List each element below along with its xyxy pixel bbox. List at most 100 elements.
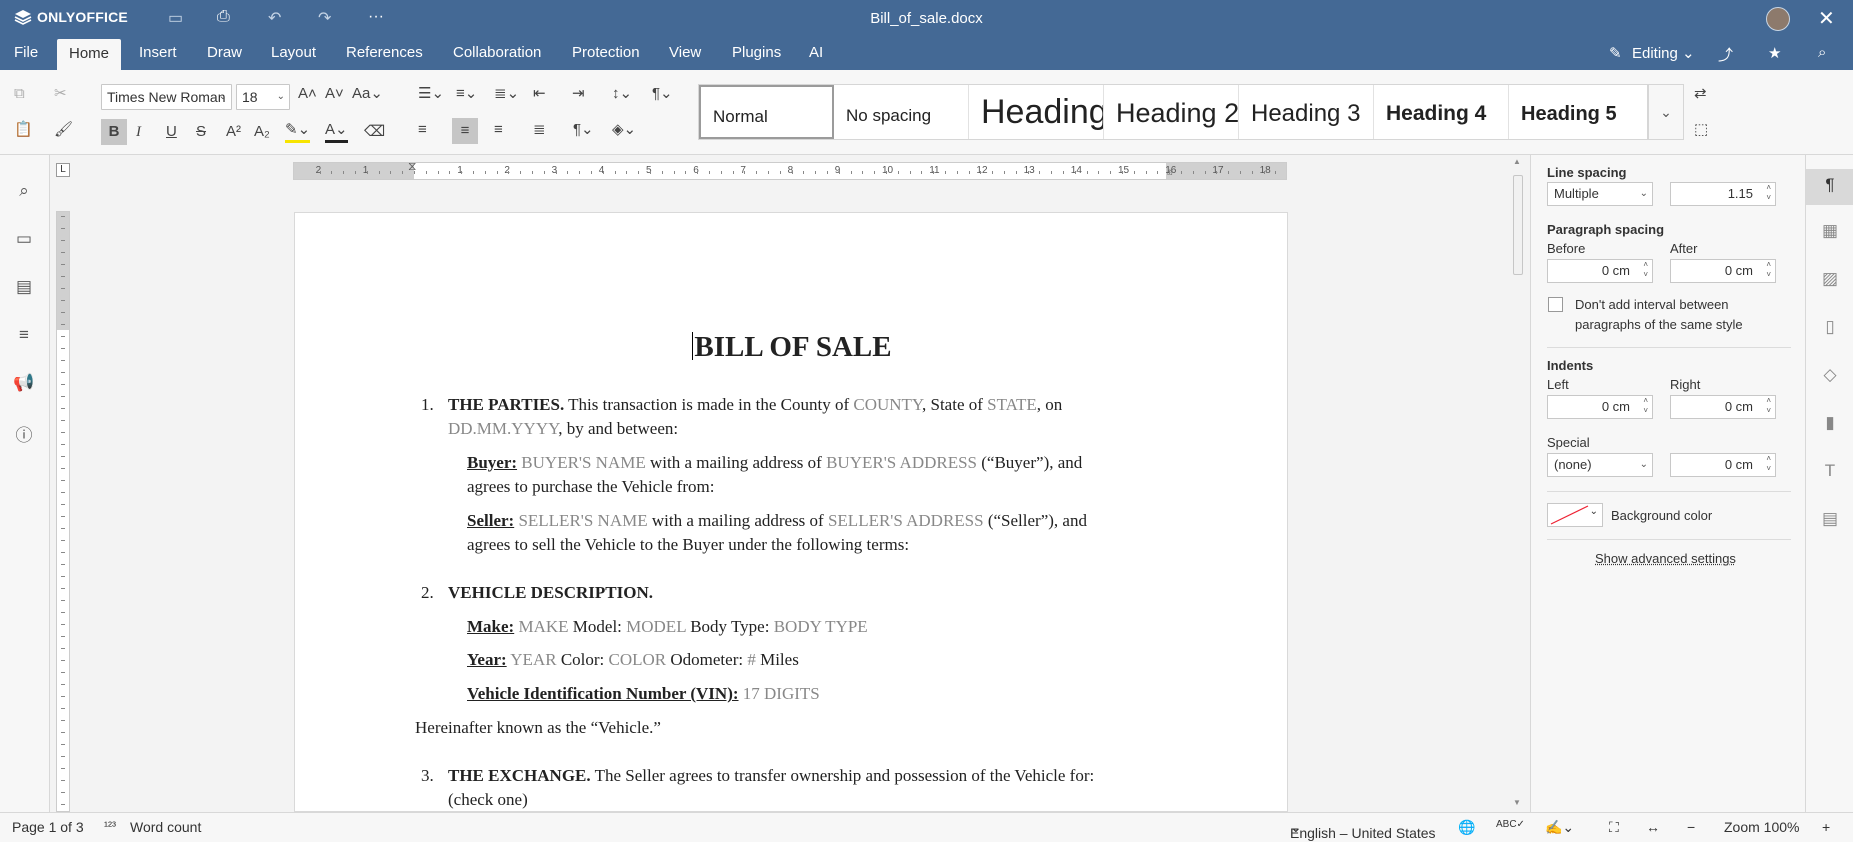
multilevel-list-icon[interactable]: ≣⌄ — [494, 84, 519, 104]
tab-file[interactable]: File — [14, 44, 38, 61]
bold-button[interactable]: B — [101, 119, 127, 145]
special-indent-amount-input[interactable]: 0 cm ˄ ˅ — [1670, 453, 1776, 477]
decrease-indent-icon[interactable]: ⇤ — [533, 84, 546, 104]
strikethrough-button[interactable]: S — [196, 122, 206, 142]
navigation-icon[interactable]: ≡ — [12, 325, 36, 349]
search-icon[interactable]: ⌕ — [12, 181, 36, 205]
seller-line-2[interactable]: agrees to sell the Vehicle to the Buyer … — [467, 535, 909, 555]
spinner-icon[interactable]: ˄ ˅ — [1766, 454, 1771, 474]
replace-icon[interactable]: ⇄ — [1694, 84, 1707, 104]
paragraph-mark-icon[interactable]: ¶⌄ — [652, 84, 673, 104]
right-indent-marker-icon[interactable]: ⌂ — [1167, 167, 1173, 178]
make-line[interactable]: Make: MAKE Model: MODEL Body Type: BODY … — [467, 617, 868, 637]
nonprinting-icon[interactable]: ¶⌄ — [573, 120, 594, 140]
spinner-icon[interactable]: ˄ ˅ — [1643, 396, 1648, 416]
font-color-icon[interactable]: A⌄ — [325, 120, 348, 143]
spacing-after-input[interactable]: 0 cm ˄ ˅ — [1670, 259, 1776, 283]
tab-home[interactable]: Home — [57, 39, 122, 70]
close-icon[interactable]: ✕ — [1818, 6, 1835, 31]
superscript-icon[interactable]: A² — [226, 122, 241, 142]
zoom-level[interactable]: Zoom 100% — [1724, 819, 1799, 835]
line-spacing-value-input[interactable]: 1.15 ˄ ˅ — [1670, 182, 1776, 206]
user-avatar[interactable] — [1766, 7, 1790, 31]
fit-page-icon[interactable]: ⛶ — [1609, 819, 1619, 836]
select-icon[interactable]: ⬚ — [1694, 120, 1708, 140]
word-count-button[interactable]: Word count — [130, 819, 201, 835]
text-art-icon[interactable]: T — [1818, 461, 1842, 485]
numbering-icon[interactable]: ≡⌄ — [456, 84, 477, 104]
tab-ai[interactable]: AI — [809, 44, 823, 61]
about-icon[interactable]: ⓘ — [12, 421, 36, 445]
align-right-icon[interactable]: ≡ — [494, 120, 503, 140]
dont-add-interval-checkbox[interactable] — [1548, 297, 1563, 312]
style-heading-4[interactable]: Heading 4 — [1374, 85, 1509, 139]
indent-right-input[interactable]: 0 cm ˄ ˅ — [1670, 395, 1776, 419]
image-settings-icon[interactable]: ▨ — [1818, 269, 1842, 293]
style-heading-2[interactable]: Heading 2 — [1104, 85, 1239, 139]
editing-mode-button[interactable]: Editing ⌄ — [1632, 44, 1695, 62]
favorite-star-icon[interactable]: ★ — [1768, 44, 1781, 62]
globe-icon[interactable]: 🌐 — [1458, 819, 1475, 836]
track-changes-icon[interactable]: ✍⌄ — [1545, 819, 1574, 836]
tab-view[interactable]: View — [669, 44, 701, 61]
chat-icon[interactable]: ▤ — [12, 277, 36, 301]
chart-settings-icon[interactable]: ▮ — [1818, 413, 1842, 437]
tab-references[interactable]: References — [346, 44, 423, 61]
spacing-before-input[interactable]: 0 cm ˄ ˅ — [1547, 259, 1653, 283]
section-3-line-2[interactable]: (check one) — [448, 790, 528, 810]
tab-stop-icon[interactable]: L — [56, 163, 70, 177]
tab-collaboration[interactable]: Collaboration — [453, 44, 541, 61]
clear-format-icon[interactable]: ⌫ — [364, 122, 385, 142]
zoom-out-icon[interactable]: − — [1687, 819, 1695, 835]
line-spacing-icon[interactable]: ↕⌄ — [612, 84, 632, 104]
section-1-line-2[interactable]: DD.MM.YYYY, by and between: — [448, 419, 678, 439]
zoom-in-icon[interactable]: + — [1822, 819, 1830, 835]
document-heading[interactable]: BILL OF SALE — [295, 331, 1289, 364]
document-scrollbar[interactable]: ▲ ▼ — [1510, 155, 1526, 812]
buyer-line-1[interactable]: Buyer: BUYER'S NAME with a mailing addre… — [467, 453, 1082, 473]
background-color-picker[interactable]: ⌄ — [1547, 503, 1603, 527]
decrease-font-icon[interactable]: A˅ — [325, 84, 344, 104]
spinner-icon[interactable]: ˄ ˅ — [1643, 260, 1648, 280]
shading-icon[interactable]: ◈⌄ — [612, 120, 636, 140]
tab-plugins[interactable]: Plugins — [732, 44, 781, 61]
seller-line-1[interactable]: Seller: SELLER'S NAME with a mailing add… — [467, 511, 1087, 531]
tab-layout[interactable]: Layout — [271, 44, 316, 61]
indent-marker-icon[interactable]: ⧖ — [408, 159, 416, 174]
fit-width-icon[interactable]: ↔ — [1646, 819, 1660, 835]
buyer-line-2[interactable]: agrees to purchase the Vehicle from: — [467, 477, 715, 497]
document-page[interactable]: BILL OF SALE 1. THE PARTIES. This transa… — [294, 212, 1288, 812]
font-name-select[interactable]: Times New Roman ⌄ — [101, 84, 232, 110]
special-indent-select[interactable]: (none) ⌄ — [1547, 453, 1653, 477]
feedback-icon[interactable]: 📢 — [12, 373, 36, 397]
align-left-icon[interactable]: ≡ — [418, 120, 427, 140]
bullets-icon[interactable]: ☰⌄ — [418, 84, 444, 104]
open-location-icon[interactable]: ⤴ — [1718, 44, 1733, 65]
italic-button[interactable]: I — [136, 122, 141, 142]
vin-line[interactable]: Vehicle Identification Number (VIN): 17 … — [467, 684, 820, 704]
mail-merge-icon[interactable]: ▤ — [1818, 509, 1842, 533]
scroll-up-icon[interactable]: ▲ — [1513, 157, 1521, 166]
scroll-thumb[interactable] — [1513, 175, 1523, 275]
line-spacing-mode-select[interactable]: Multiple ⌄ — [1547, 182, 1653, 206]
justify-icon[interactable]: ≣ — [533, 120, 546, 140]
section-3-line-1[interactable]: THE EXCHANGE. The Seller agrees to trans… — [448, 766, 1094, 786]
font-size-select[interactable]: 18 ⌄ — [236, 84, 290, 110]
vehicle-known-as[interactable]: Hereinafter known as the “Vehicle.” — [415, 718, 661, 738]
language-select[interactable]: English – United States ⌄ — [1290, 819, 1436, 841]
shape-settings-icon[interactable]: ◇ — [1818, 365, 1842, 389]
spellcheck-icon[interactable]: ABC✓ — [1496, 819, 1525, 830]
page-indicator[interactable]: Page 1 of 3 — [12, 819, 84, 835]
align-center-icon[interactable]: ≡ — [452, 118, 478, 144]
underline-button[interactable]: U — [166, 122, 177, 142]
style-no-spacing[interactable]: No spacing — [834, 85, 969, 139]
format-painter-icon[interactable]: 🖌 — [54, 120, 73, 140]
scroll-down-icon[interactable]: ▼ — [1513, 798, 1521, 807]
style-heading-1[interactable]: Heading 1 — [969, 85, 1104, 139]
highlight-icon[interactable]: ✎⌄ — [285, 120, 311, 143]
comments-icon[interactable]: ▭ — [12, 229, 36, 253]
subscript-icon[interactable]: A₂ — [254, 122, 270, 142]
indent-left-input[interactable]: 0 cm ˄ ˅ — [1547, 395, 1653, 419]
section-2-heading[interactable]: VEHICLE DESCRIPTION. — [448, 583, 653, 603]
search-icon[interactable]: ⌕ — [1818, 44, 1826, 61]
